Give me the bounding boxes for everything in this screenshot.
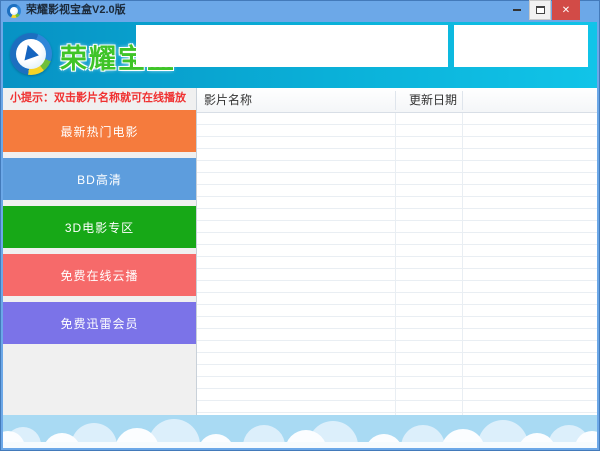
- grid-vline: [462, 113, 463, 415]
- sidebar-item-xunlei-vip[interactable]: 免费迅雷会员: [3, 302, 196, 344]
- header-banner-panel[interactable]: [136, 25, 448, 67]
- movie-list-header: 影片名称 更新日期: [197, 88, 597, 113]
- sidebar: 小提示：双击影片名称就可在线播放 最新热门电影 BD高清 3D电影专区 免费在线…: [3, 88, 196, 415]
- movie-list[interactable]: 影片名称 更新日期: [196, 88, 597, 415]
- app-window: 荣耀影视宝盒V2.0版 ✕ 荣耀宝盒 小提示：双击影片名称就可在线播放 最新热门…: [0, 0, 600, 451]
- header-side-panel[interactable]: [454, 25, 588, 67]
- app-logo-icon: [7, 4, 21, 18]
- cloud-base: [3, 442, 597, 448]
- grid-vline: [395, 113, 396, 415]
- sidebar-item-bd-hd[interactable]: BD高清: [3, 158, 196, 200]
- maximize-button[interactable]: [529, 0, 551, 20]
- close-button[interactable]: ✕: [552, 0, 580, 20]
- titlebar: 荣耀影视宝盒V2.0版 ✕: [0, 0, 600, 22]
- window-title: 荣耀影视宝盒V2.0版: [26, 4, 126, 16]
- column-header-update-date[interactable]: 更新日期: [409, 88, 457, 112]
- app-header: 荣耀宝盒: [3, 22, 597, 88]
- sidebar-item-cloud-play[interactable]: 免费在线云播: [3, 254, 196, 296]
- clouds-footer: [3, 415, 597, 448]
- movie-list-body[interactable]: [197, 113, 597, 415]
- minimize-icon: [513, 9, 521, 11]
- column-header-movie-name[interactable]: 影片名称: [204, 88, 252, 112]
- tip-text: 小提示：双击影片名称就可在线播放: [3, 88, 196, 109]
- column-divider: [462, 91, 463, 110]
- sidebar-item-3d-zone[interactable]: 3D电影专区: [3, 206, 196, 248]
- sidebar-item-hot-movies[interactable]: 最新热门电影: [3, 110, 196, 152]
- player-logo-icon: [10, 33, 52, 75]
- minimize-button[interactable]: [506, 0, 528, 20]
- column-divider: [395, 91, 396, 110]
- maximize-icon: [535, 6, 545, 14]
